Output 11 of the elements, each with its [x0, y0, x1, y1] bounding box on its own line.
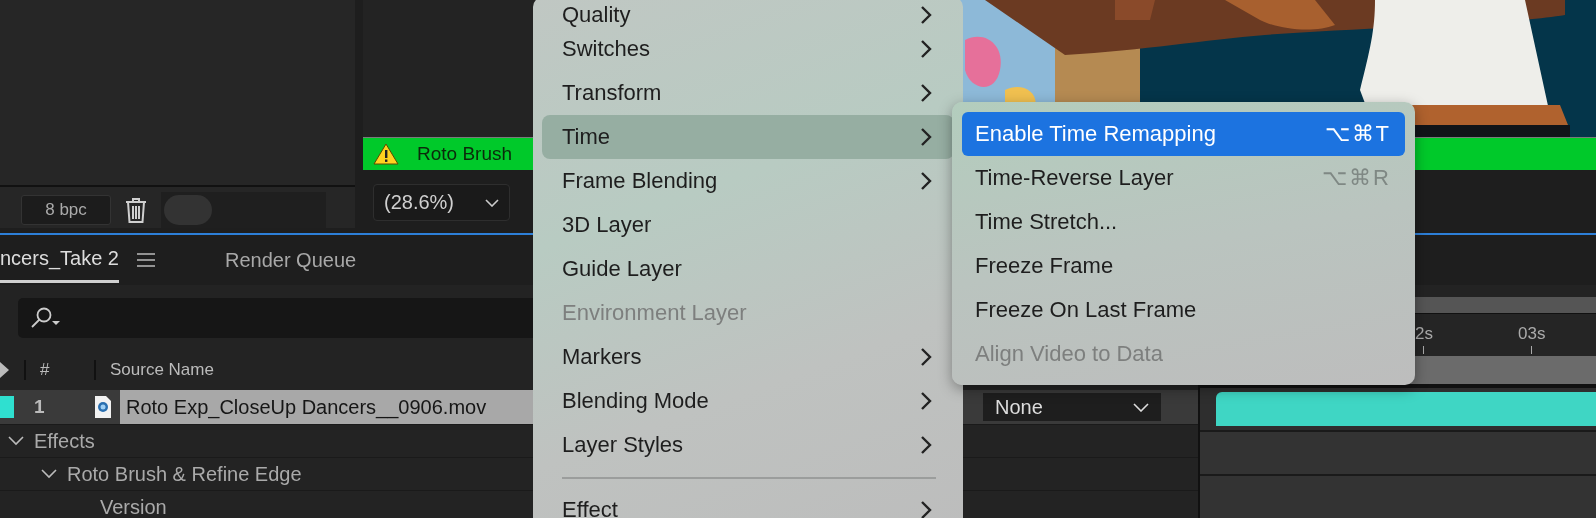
- layer-number: 1: [33, 396, 46, 418]
- tree-item: Effects: [34, 429, 95, 453]
- time-label: 2s: [1415, 324, 1433, 344]
- tree-item: Version: [100, 495, 167, 518]
- time-label: 03s: [1518, 324, 1546, 344]
- tree-item: Roto Brush & Refine Edge: [67, 462, 302, 486]
- shortcut-label: ⌥⌘T: [1324, 121, 1391, 147]
- shortcut-label: ⌥⌘R: [1322, 165, 1391, 191]
- warning-text: Roto Brush: [417, 143, 513, 165]
- column-header: Source Name: [110, 360, 214, 380]
- column-header: #: [40, 360, 51, 380]
